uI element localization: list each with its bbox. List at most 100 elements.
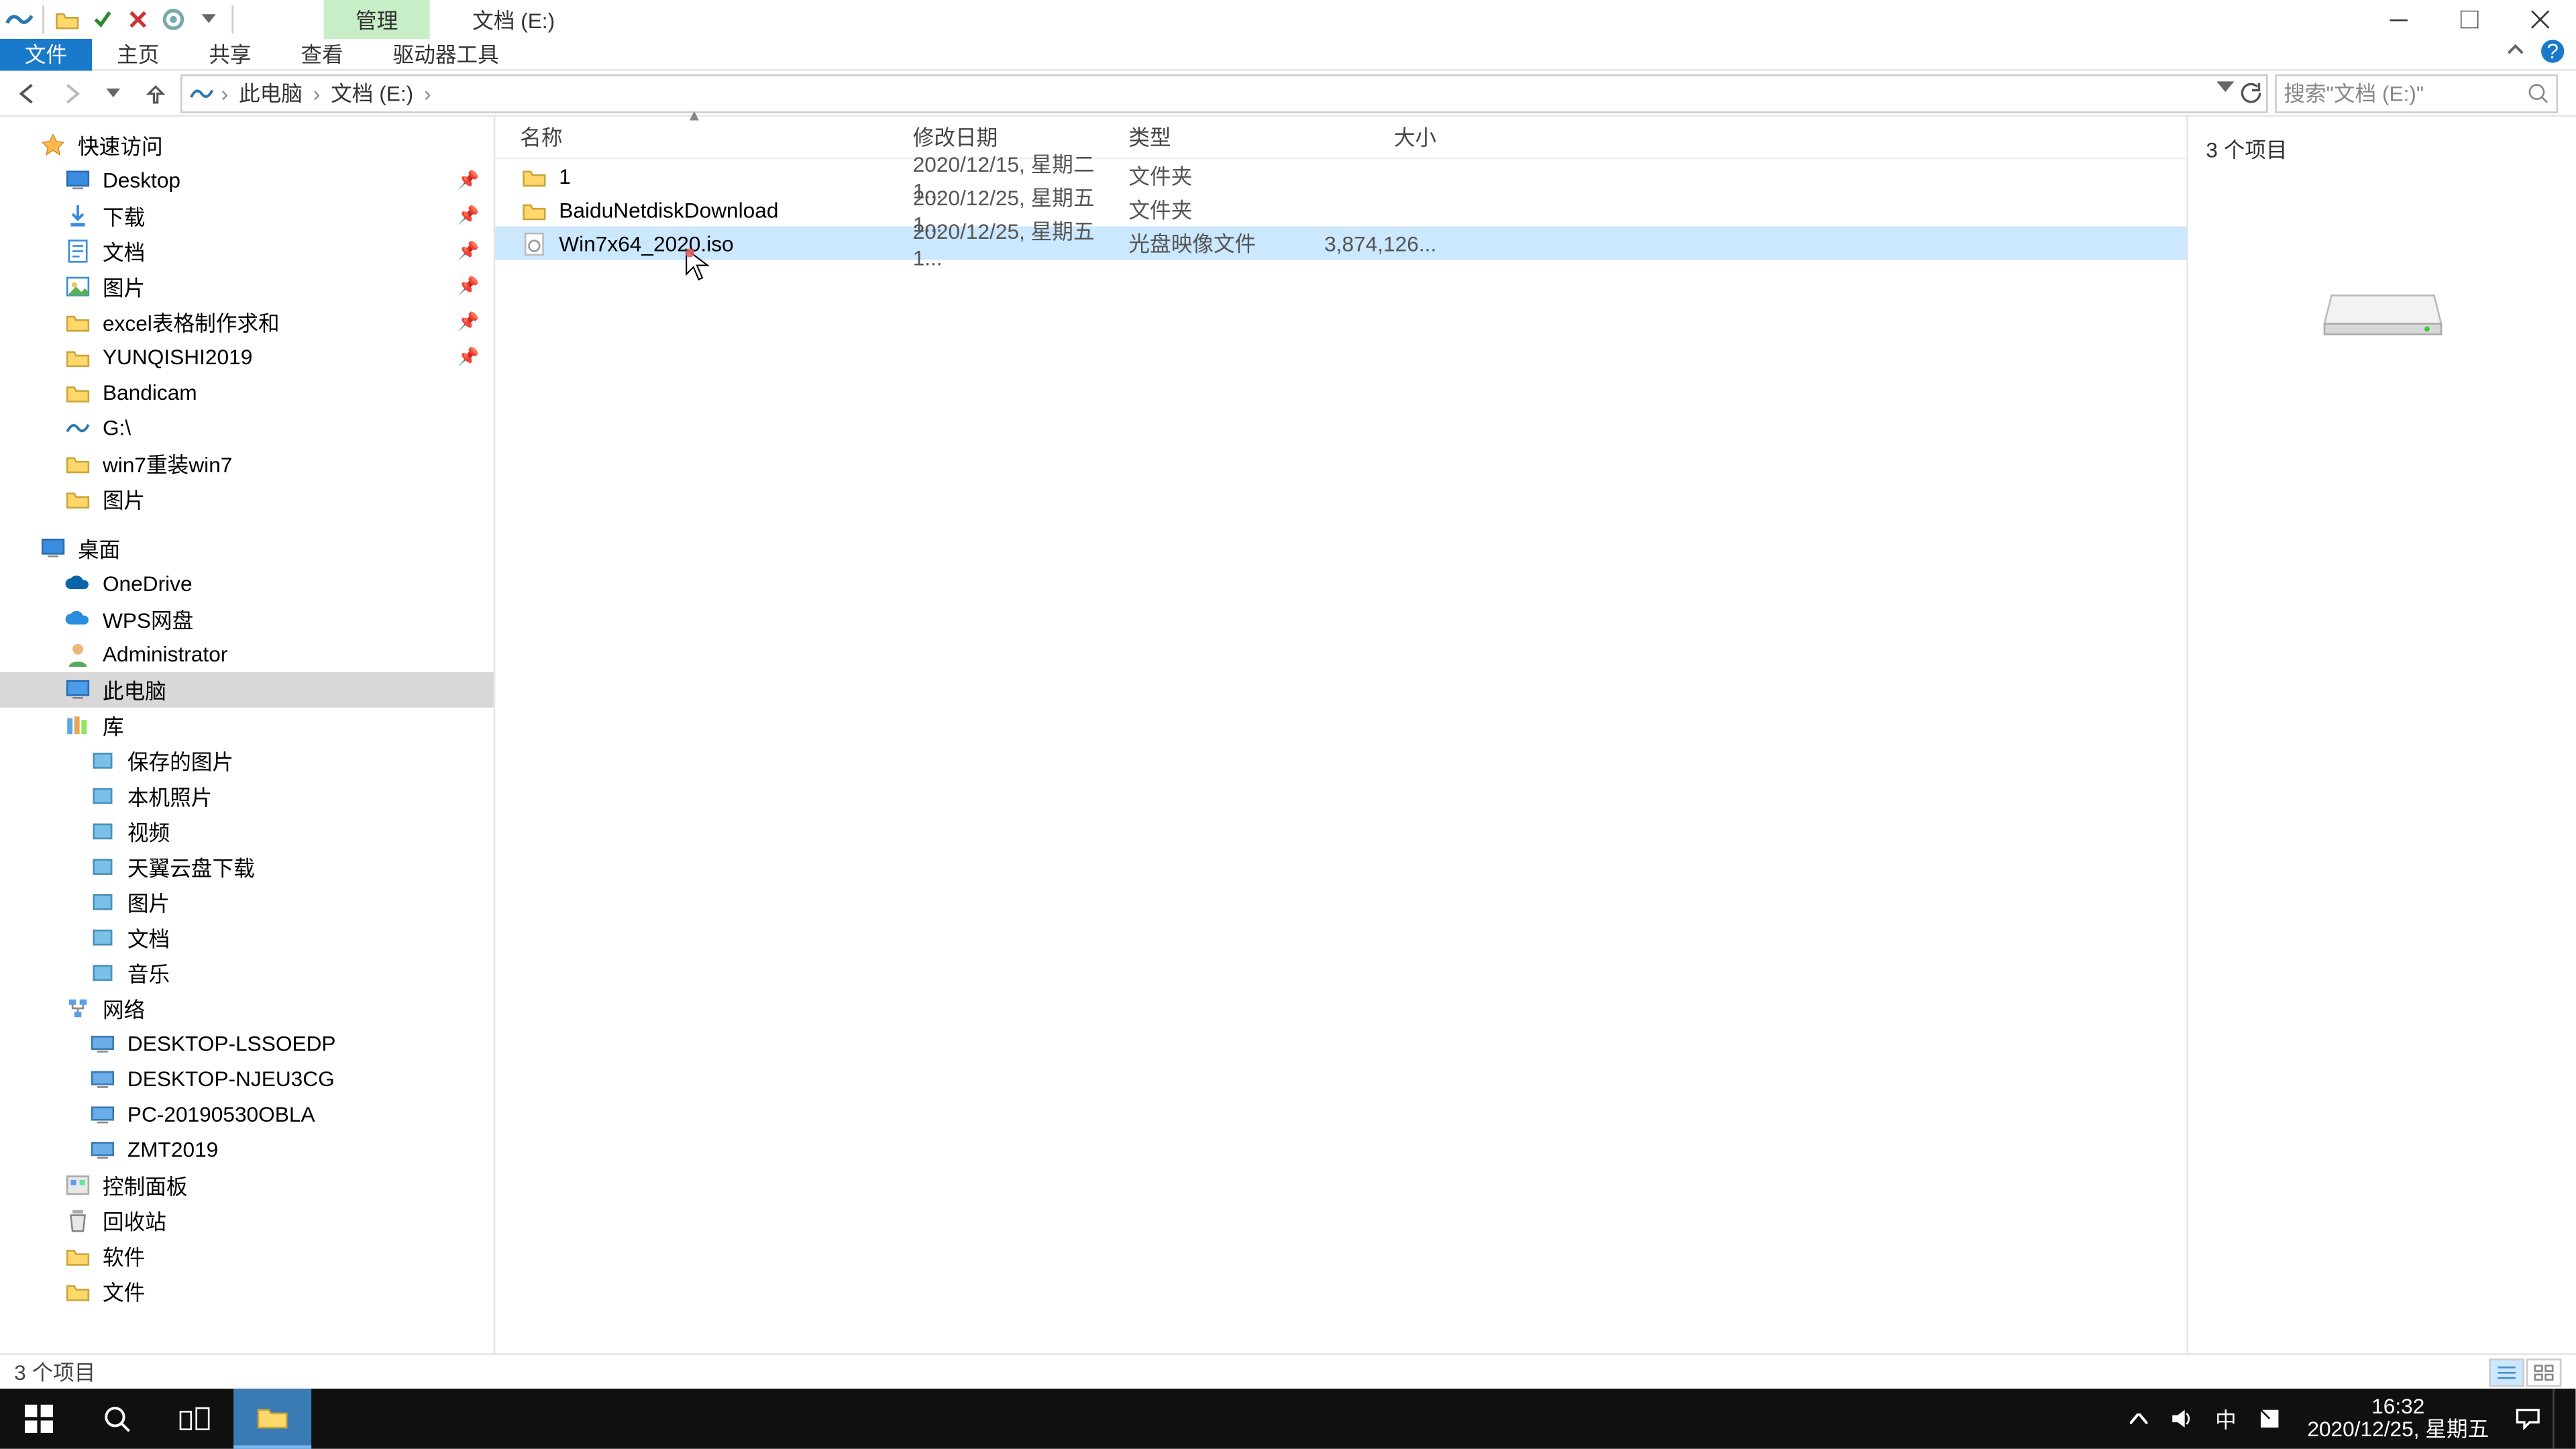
maximize-button[interactable] [2434,0,2505,39]
tab-view[interactable]: 查看 [276,38,368,70]
tree-quick-item[interactable]: 文档📌 [0,233,494,269]
tree-quick-item[interactable]: win7重装win7 [0,446,494,482]
taskbar-clock[interactable]: 16:32 2020/12/25, 星期五 [2293,1396,2503,1442]
tree-label: 控制面板 [103,1170,188,1200]
preview-pane: 3 个项目 [2186,117,2575,1353]
forward-button[interactable] [53,75,89,111]
qat-dropdown-icon[interactable] [193,3,224,35]
show-desktop-button[interactable] [2553,1389,2575,1449]
qat-folder-icon[interactable] [51,3,83,35]
collapse-ribbon-icon[interactable] [2505,39,2533,67]
chevron-right-icon[interactable]: › [221,80,229,105]
qat-close-icon[interactable] [122,3,154,35]
tree-lib-item[interactable]: 保存的图片 [0,743,494,779]
pc-icon [89,1100,117,1128]
tab-drive-tools[interactable]: 驱动器工具 [368,38,524,70]
explorer-taskbar-button[interactable] [233,1389,311,1449]
tree-files[interactable]: 文件 [0,1274,494,1309]
action-center-icon[interactable] [2503,1389,2553,1449]
minimize-button[interactable] [2363,0,2434,39]
search-icon[interactable] [2528,83,2549,104]
tree-quick-item[interactable]: 下载📌 [0,198,494,233]
titlebar: 管理 文档 (E:) [0,0,2575,39]
tree-lib-item[interactable]: 本机照片 [0,778,494,814]
file-row[interactable]: 12020/12/15, 星期二 1...文件夹 [495,159,2186,193]
tab-home[interactable]: 主页 [92,38,184,70]
tree-recycle[interactable]: 回收站 [0,1203,494,1238]
recent-dropdown-icon[interactable] [95,75,131,111]
app-icon[interactable] [3,3,35,35]
tree-lib-item[interactable]: 天翼云盘下载 [0,849,494,885]
chevron-right-icon[interactable]: › [424,80,431,105]
tree-net-item[interactable]: ZMT2019 [0,1132,494,1168]
folder-icon [64,378,92,407]
tree-quick-item[interactable]: Bandicam [0,375,494,411]
doc-icon [64,237,92,265]
tree-thispc[interactable]: 此电脑 [0,672,494,708]
column-size[interactable]: 大小 [1305,122,1447,152]
address-dropdown-icon[interactable] [2216,80,2234,105]
refresh-icon[interactable] [2238,80,2263,105]
qat-check-icon[interactable] [87,3,118,35]
column-date[interactable]: 修改日期 [913,122,1129,152]
tree-net-item[interactable]: DESKTOP-NJEU3CG [0,1061,494,1097]
tree-label: 软件 [103,1241,145,1271]
details-view-button[interactable] [2489,1358,2524,1386]
tree-lib-item[interactable]: 视频 [0,814,494,849]
help-icon[interactable]: ? [2540,39,2569,67]
tree-lib-item[interactable]: 文档 [0,920,494,955]
qat-settings-icon[interactable] [158,3,189,35]
file-row[interactable]: Win7x64_2020.iso2020/12/25, 星期五 1...光盘映像… [495,227,2186,260]
icons-view-button[interactable] [2526,1358,2562,1386]
tree-label: 网络 [103,994,145,1024]
tree-wps[interactable]: WPS网盘 [0,602,494,637]
file-row[interactable]: BaiduNetdiskDownload2020/12/25, 星期五 1...… [495,193,2186,226]
back-button[interactable] [11,75,46,111]
tab-manage[interactable]: 管理 [324,0,430,39]
column-name[interactable]: 名称▲ [520,122,912,152]
tree-label: 快速访问 [78,130,163,160]
tree-quick-item[interactable]: YUNQISHI2019📌 [0,339,494,375]
start-button[interactable] [0,1389,78,1449]
tree-admin[interactable]: Administrator [0,637,494,672]
tree-label: 天翼云盘下载 [127,852,255,882]
status-bar: 3 个项目 [0,1353,2575,1389]
library-item-icon [89,747,117,775]
search-input[interactable]: 搜索"文档 (E:)" [2275,73,2558,112]
tree-quick-access[interactable]: 快速访问 [0,127,494,163]
tree-onedrive[interactable]: OneDrive [0,566,494,602]
tree-libraries[interactable]: 库 [0,708,494,743]
file-type: 光盘映像文件 [1128,228,1305,258]
tray-overflow-icon[interactable] [2120,1389,2159,1449]
tree-quick-item[interactable]: 图片 [0,481,494,517]
tree-quick-item[interactable]: excel表格制作求和📌 [0,305,494,340]
tree-quick-item[interactable]: G:\ [0,411,494,446]
close-button[interactable] [2505,0,2575,39]
tree-software[interactable]: 软件 [0,1238,494,1274]
tree-label: 库 [103,710,124,741]
tab-file[interactable]: 文件 [0,38,92,70]
tree-lib-item[interactable]: 图片 [0,885,494,920]
ime-icon[interactable]: 中 [2204,1389,2247,1449]
tree-lib-item[interactable]: 音乐 [0,955,494,991]
iso-icon [520,229,548,257]
task-view-button[interactable] [156,1389,233,1449]
up-button[interactable] [138,75,174,111]
column-type[interactable]: 类型 [1128,122,1305,152]
tree-quick-item[interactable]: Desktop📌 [0,163,494,199]
crumb-drive[interactable]: 文档 (E:) [327,78,417,108]
search-button[interactable] [78,1389,156,1449]
tree-desktop[interactable]: 桌面 [0,531,494,566]
address-bar[interactable]: › 此电脑 › 文档 (E:) › [180,73,2268,112]
tree-network[interactable]: 网络 [0,991,494,1026]
tree-quick-item[interactable]: 图片📌 [0,269,494,305]
tree-control-panel[interactable]: 控制面板 [0,1167,494,1203]
notification-badge-icon[interactable] [2247,1389,2294,1449]
pin-icon: 📌 [458,312,480,331]
tab-share[interactable]: 共享 [184,38,276,70]
tree-net-item[interactable]: PC-20190530OBLA [0,1097,494,1132]
volume-icon[interactable] [2159,1389,2205,1449]
tree-net-item[interactable]: DESKTOP-LSSOEDP [0,1026,494,1061]
crumb-thispc[interactable]: 此电脑 [235,78,307,108]
chevron-right-icon[interactable]: › [313,80,321,105]
